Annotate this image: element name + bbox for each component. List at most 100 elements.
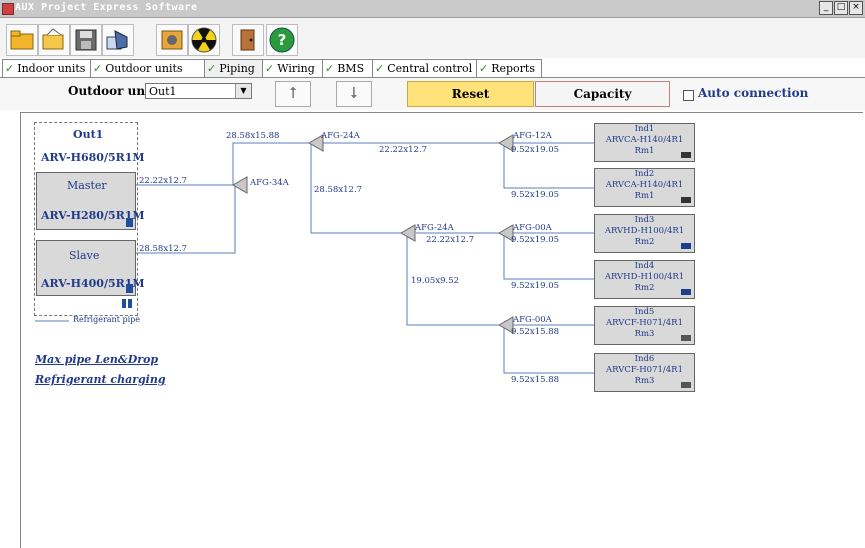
tab-piping[interactable]: ✓ Piping [204, 59, 264, 77]
tab-wiring[interactable]: ✓ Wiring [262, 59, 324, 77]
indoor-unit-ind6[interactable]: Ind6 ARVCF-H071/4R1 Rm3 [594, 353, 695, 392]
arrow-up-icon: ⭡ [289, 83, 297, 102]
indoor-unit-name: Ind2 [634, 169, 655, 179]
indoor-unit-room: Rm3 [634, 376, 655, 386]
duct-icon [681, 289, 691, 295]
tab-reports[interactable]: ✓ Reports [476, 59, 542, 77]
indoor-unit-ind5[interactable]: Ind5 ARVCF-H071/4R1 Rm3 [594, 306, 695, 345]
indoor-unit-model: ARVCA-H140/4R1 [605, 180, 684, 190]
open-folder-icon[interactable] [6, 24, 38, 56]
radiation-icon[interactable] [188, 24, 220, 56]
app-icon [2, 3, 14, 15]
piping-canvas: Out1 ARV-H680/5R1M Master ARV-H280/5R1M … [20, 112, 863, 548]
pipe-label-ind6: 9.52x15.88 [511, 375, 560, 385]
check-icon: ✓ [375, 62, 385, 75]
control-bar: Outdoor units Out1 ▼ ⭡ ⭣ Reset Capacity … [0, 78, 865, 125]
indoor-unit-name: Ind5 [634, 307, 655, 317]
refrigerant-charging-link[interactable]: Refrigerant charging [35, 373, 166, 386]
branch-label-afg24-top: AFG-24A [321, 131, 360, 141]
tab-bms[interactable]: ✓ BMS [322, 59, 374, 77]
tab-outdoor-units[interactable]: ✓ Outdoor units [90, 59, 206, 77]
indoor-unit-ind1[interactable]: Ind1 ARVCA-H140/4R1 Rm1 [594, 123, 695, 162]
check-icon: ✓ [5, 62, 15, 75]
check-icon: ✓ [325, 62, 335, 75]
pipe-label-ind5: 9.52x15.88 [511, 327, 560, 337]
max-pipe-link[interactable]: Max pipe Len&Drop [35, 353, 158, 366]
tab-central-control[interactable]: ✓ Central control [372, 59, 478, 77]
branch-label-afg12: AFG-12A [513, 131, 552, 141]
outdoor-model: ARV-H680/5R1M [41, 151, 145, 164]
unit-marker-icon [126, 218, 133, 227]
minimize-button[interactable]: _ [819, 1, 833, 15]
branch-label-afg34: AFG-34A [250, 178, 289, 188]
check-icon: ✓ [93, 62, 103, 75]
branch-label-afg24-mid: AFG-24A [415, 223, 454, 233]
tab-indoor-units[interactable]: ✓ Indoor units [2, 59, 92, 77]
pipe-label-master: 22.22x12.7 [139, 176, 188, 186]
pipe-label-afg24-top-out: 22.22x12.7 [379, 145, 428, 155]
pipe-label-ind2: 9.52x19.05 [511, 190, 560, 200]
refrigerant-pipe-legend: Refrigerant pipe [73, 315, 140, 324]
outdoor-units-value: Out1 [149, 85, 177, 98]
outdoor-name: Out1 [73, 128, 104, 141]
save-icon[interactable] [70, 24, 102, 56]
floor-ceiling-icon [681, 382, 691, 388]
check-icon: ✓ [479, 62, 489, 75]
capacity-modification-button[interactable]: Capacity Modification [535, 81, 670, 125]
title-bar: AUX Project Express Software _ □ × [0, 0, 865, 18]
indoor-unit-ind4[interactable]: Ind4 ARVHD-H100/4R1 Rm2 [594, 260, 695, 299]
cassette-icon [681, 152, 691, 158]
exit-icon[interactable] [232, 24, 264, 56]
indoor-unit-model: ARVHD-H100/4R1 [604, 272, 685, 282]
move-up-button[interactable]: ⭡ [275, 81, 311, 107]
indoor-unit-model: ARVCF-H071/4R1 [606, 318, 683, 328]
indoor-unit-name: Ind6 [634, 354, 655, 364]
branch-label-afg00-b: AFG-00A [513, 315, 552, 325]
indoor-unit-room: Rm2 [634, 283, 655, 293]
pipe-label-ind4: 9.52x19.05 [511, 281, 560, 291]
settings-icon[interactable] [156, 24, 188, 56]
master-label: Master [67, 179, 107, 192]
check-icon: ✓ [207, 62, 217, 75]
pipe-label-ind1: 9.52x19.05 [511, 145, 560, 155]
pipe-slave [136, 185, 236, 254]
unit-marker-icon [126, 284, 133, 293]
tab-bar: ✓ Indoor units ✓ Outdoor units ✓ Piping ✓ Wi… [0, 59, 865, 78]
close-button[interactable]: × [849, 1, 863, 15]
indoor-unit-ind2[interactable]: Ind2 ARVCA-H140/4R1 Rm1 [594, 168, 695, 207]
slave-label: Slave [69, 249, 100, 262]
pipe-label-mid-vertical: 19.05x9.52 [411, 276, 460, 286]
indoor-unit-ind3[interactable]: Ind3 ARVHD-H100/4R1 Rm2 [594, 214, 695, 253]
indoor-unit-room: Rm1 [634, 191, 655, 201]
open-file-icon[interactable] [38, 24, 70, 56]
indoor-unit-model: ARVHD-H100/4R1 [604, 226, 685, 236]
auto-connection-checkbox[interactable] [683, 90, 694, 101]
indoor-unit-name: Ind3 [634, 215, 655, 225]
slave-unit[interactable]: Slave ARV-H400/5R1M [36, 240, 145, 296]
indoor-unit-room: Rm2 [634, 237, 655, 247]
pipe-label-afg24-mid-out: 22.22x12.7 [426, 235, 475, 245]
reset-button[interactable]: Reset [407, 81, 534, 107]
branch-afg24-mid-icon [399, 224, 416, 242]
unit-pair-icon [122, 299, 132, 308]
cassette-icon [681, 197, 691, 203]
floor-ceiling-icon [681, 335, 691, 341]
pipe-label-slave: 28.58x12.7 [139, 244, 188, 254]
chevron-down-icon[interactable]: ▼ [235, 84, 251, 98]
outdoor-units-select[interactable]: Out1 ▼ [145, 83, 252, 99]
maximize-button[interactable]: □ [834, 1, 848, 15]
indoor-unit-room: Rm1 [634, 146, 655, 156]
indoor-unit-name: Ind1 [634, 124, 655, 134]
branch-label-afg00-a: AFG-00A [513, 223, 552, 233]
indoor-unit-room: Rm3 [634, 329, 655, 339]
pipe-label-vertical-left: 28.58x12.7 [314, 185, 363, 195]
pipe-label-main-top: 28.58x15.88 [226, 131, 280, 141]
help-icon[interactable]: ? [266, 24, 298, 56]
duct-icon [681, 243, 691, 249]
master-unit[interactable]: Master ARV-H280/5R1M [36, 172, 145, 230]
window-controls: _ □ × [819, 1, 863, 15]
pipe-label-ind3: 9.52x19.05 [511, 235, 560, 245]
export-icon[interactable] [102, 24, 134, 56]
move-down-button[interactable]: ⭣ [336, 81, 372, 107]
svg-text:?: ? [278, 31, 287, 49]
